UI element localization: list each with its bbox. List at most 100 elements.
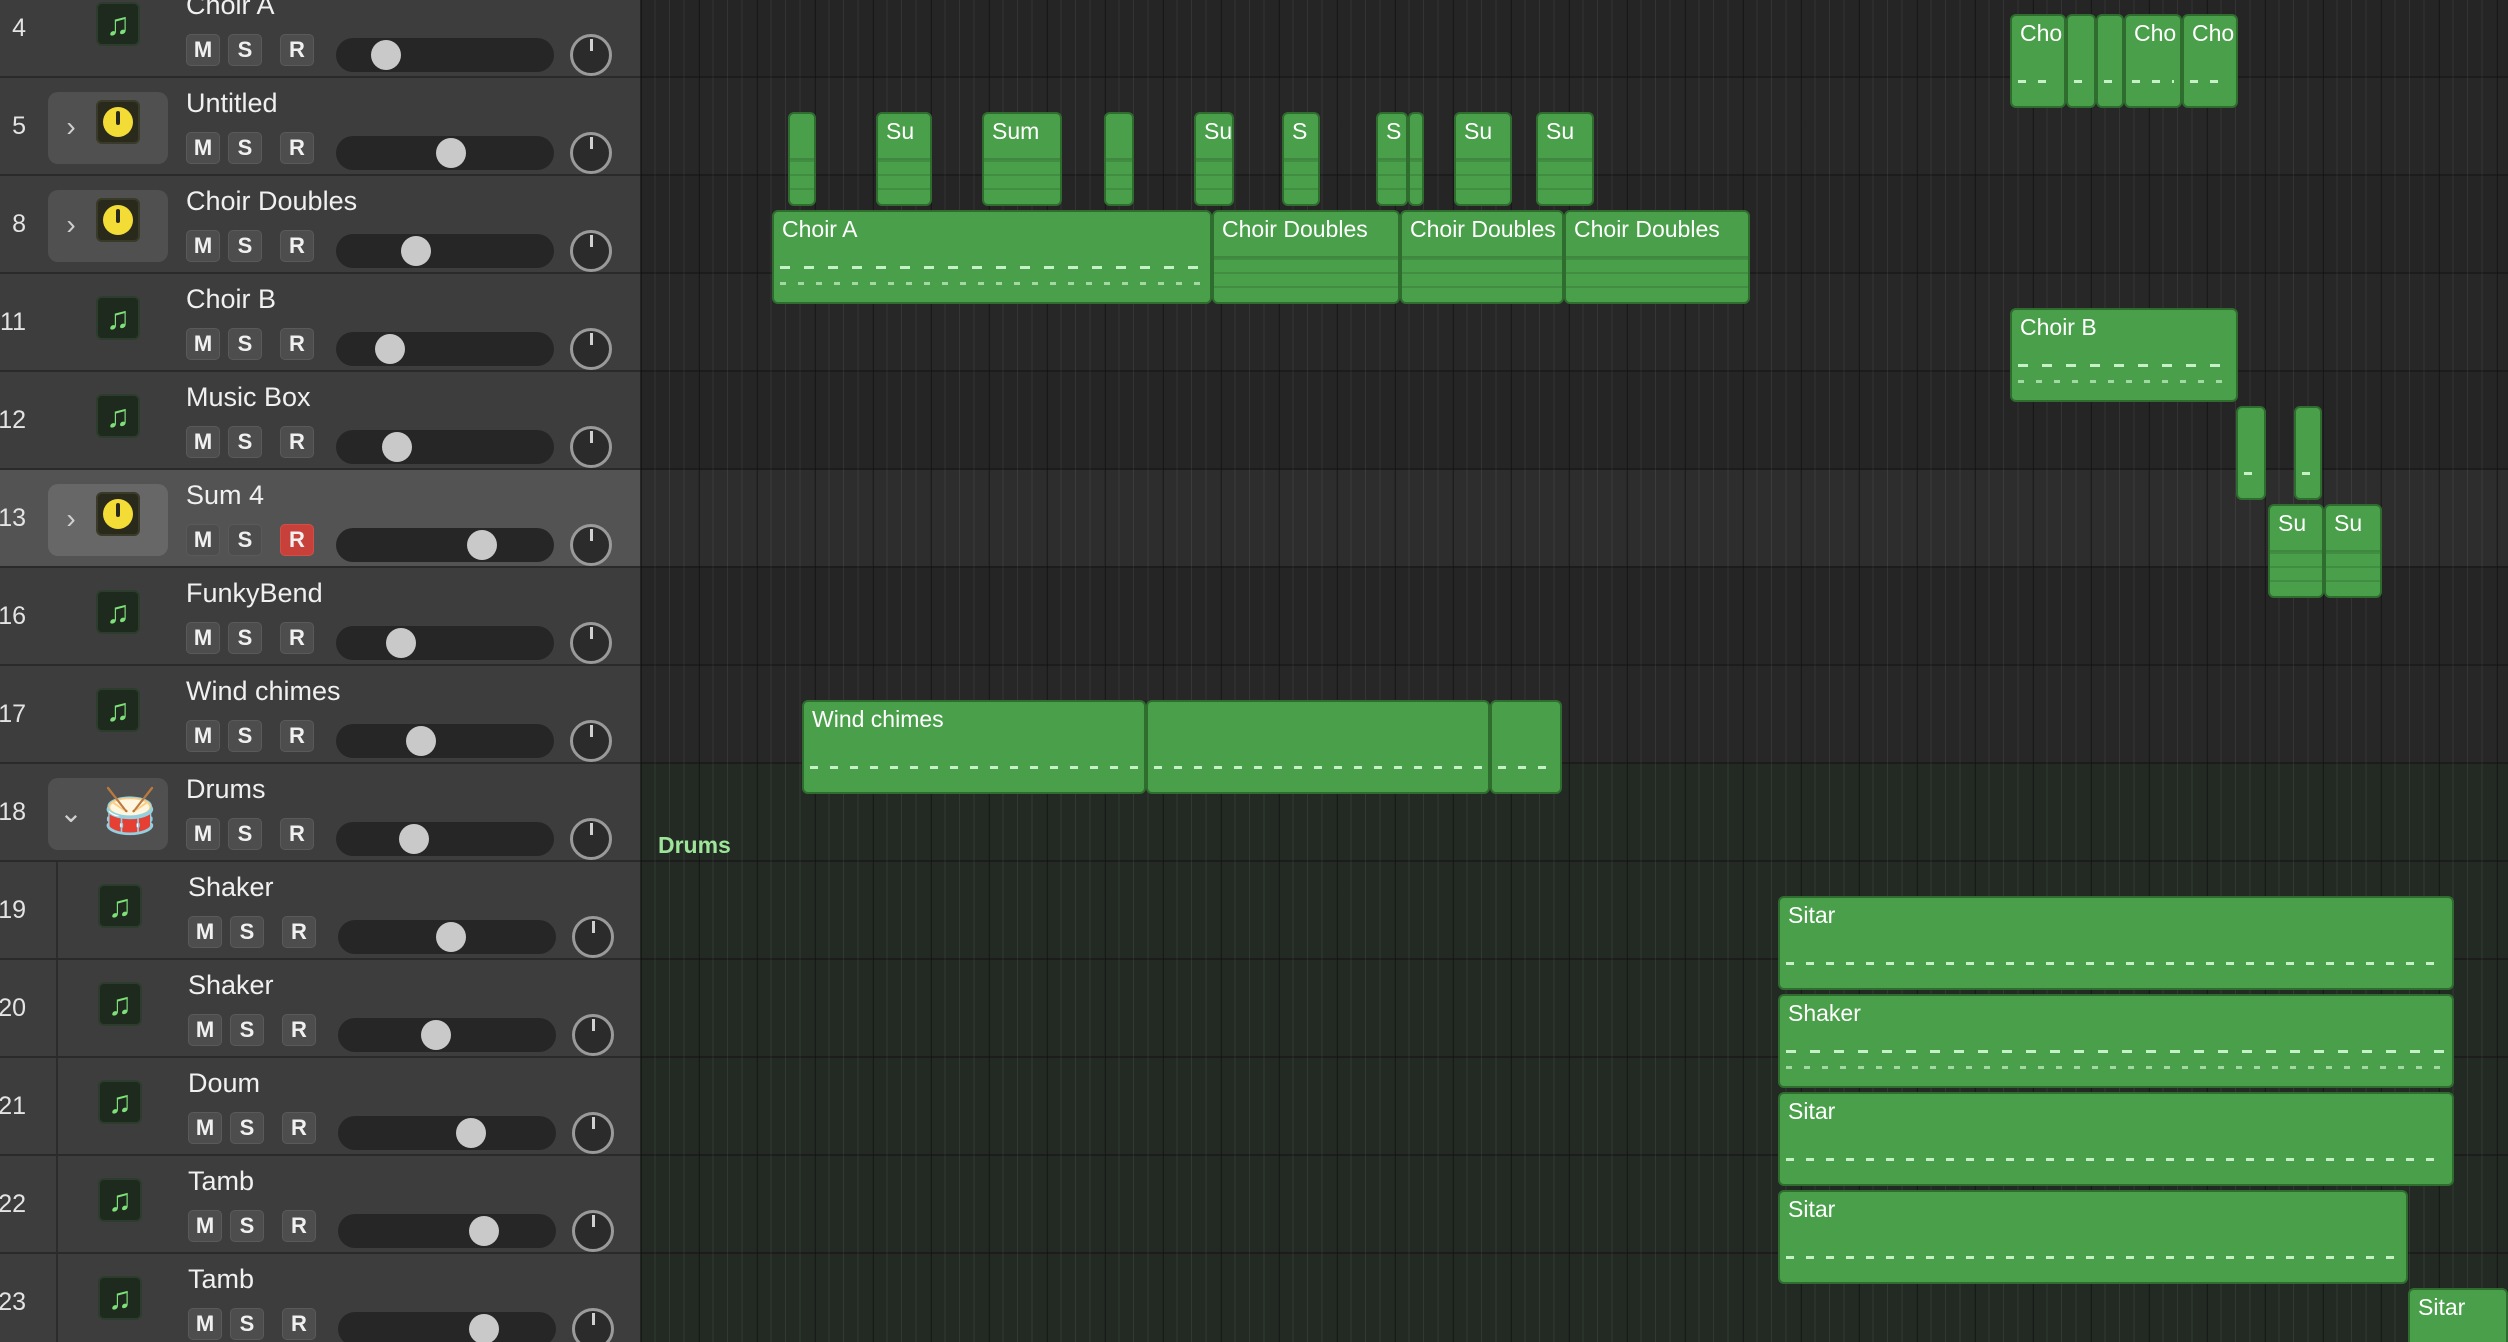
track-header[interactable]: 8 › Choir Doubles M S R	[0, 176, 640, 274]
record-enable-button[interactable]: R	[282, 1210, 316, 1242]
volume-slider-handle[interactable]	[385, 628, 416, 658]
mute-button[interactable]: M	[188, 1112, 222, 1144]
midi-region[interactable]: Sitar	[1778, 1092, 2454, 1186]
pan-knob[interactable]	[572, 1308, 614, 1342]
pan-knob[interactable]	[572, 1112, 614, 1154]
track-name[interactable]: Drums	[186, 774, 266, 805]
pan-knob[interactable]	[570, 818, 612, 860]
audio-region[interactable]: Sum	[982, 112, 1062, 206]
solo-button[interactable]: S	[230, 1210, 264, 1242]
pan-knob[interactable]	[570, 328, 612, 370]
track-header[interactable]: 17 ♫ Wind chimes M S R	[0, 666, 640, 764]
mute-button[interactable]: M	[186, 132, 220, 164]
midi-region[interactable]: Cho	[2010, 14, 2066, 108]
midi-region[interactable]: Sitar	[2408, 1288, 2508, 1342]
midi-region[interactable]	[2096, 14, 2124, 108]
track-header-selected[interactable]: 13 › Sum 4 M S R	[0, 470, 640, 568]
volume-slider[interactable]	[338, 1116, 556, 1150]
midi-region[interactable]: Sitar	[1778, 896, 2454, 990]
mute-button[interactable]: M	[186, 818, 220, 850]
volume-slider-handle[interactable]	[435, 922, 466, 952]
volume-slider-handle[interactable]	[371, 40, 402, 70]
pan-knob[interactable]	[570, 34, 612, 76]
midi-region[interactable]: Wind chimes	[802, 700, 1146, 794]
volume-slider-handle[interactable]	[420, 1020, 451, 1050]
midi-region[interactable]	[1490, 700, 1562, 794]
solo-button[interactable]: S	[228, 818, 262, 850]
track-header[interactable]: 22 ♫ Tamb M S R	[0, 1156, 640, 1254]
volume-slider[interactable]	[336, 528, 554, 562]
track-name[interactable]: Choir B	[186, 284, 276, 315]
volume-slider-handle[interactable]	[468, 1216, 499, 1246]
volume-slider-handle[interactable]	[382, 432, 413, 462]
track-header[interactable]: 19 ♫ Shaker M S R	[0, 862, 640, 960]
arrange-area[interactable]: Cho Cho Cho Su Sum Su S S Su Su Choir A …	[640, 0, 2508, 1342]
pan-knob[interactable]	[570, 426, 612, 468]
volume-slider[interactable]	[336, 626, 554, 660]
audio-region[interactable]: Su	[1194, 112, 1234, 206]
audio-region[interactable]: Choir Doubles	[1400, 210, 1564, 304]
midi-region[interactable]	[2294, 406, 2322, 500]
midi-region[interactable]	[2236, 406, 2266, 500]
volume-slider[interactable]	[336, 38, 554, 72]
track-header[interactable]: 20 ♫ Shaker M S R	[0, 960, 640, 1058]
volume-slider[interactable]	[338, 1018, 556, 1052]
track-name[interactable]: Choir A	[186, 0, 275, 21]
record-enable-button[interactable]: R	[282, 916, 316, 948]
solo-button[interactable]: S	[230, 1112, 264, 1144]
track-header[interactable]: 23 ♫ Tamb M S R	[0, 1254, 640, 1342]
solo-button[interactable]: S	[228, 132, 262, 164]
audio-region[interactable]: S	[1376, 112, 1408, 206]
audio-region[interactable]: Su	[2268, 504, 2324, 598]
track-lane[interactable]	[640, 568, 2508, 666]
record-enable-button[interactable]: R	[280, 34, 314, 66]
solo-button[interactable]: S	[228, 426, 262, 458]
volume-slider[interactable]	[338, 1312, 556, 1342]
record-enable-button[interactable]: R	[280, 818, 314, 850]
midi-region[interactable]	[2066, 14, 2096, 108]
midi-region[interactable]: Choir A	[772, 210, 1212, 304]
audio-region[interactable]: S	[1282, 112, 1320, 206]
volume-slider-handle[interactable]	[466, 530, 497, 560]
pan-knob[interactable]	[570, 132, 612, 174]
track-name[interactable]: Wind chimes	[186, 676, 341, 707]
volume-slider[interactable]	[336, 136, 554, 170]
volume-slider[interactable]	[336, 822, 554, 856]
record-enable-button[interactable]: R	[280, 426, 314, 458]
volume-slider-handle[interactable]	[374, 334, 405, 364]
audio-region[interactable]: Choir Doubles	[1564, 210, 1750, 304]
midi-region[interactable]: Shaker	[1778, 994, 2454, 1088]
pan-knob[interactable]	[570, 230, 612, 272]
mute-button[interactable]: M	[186, 328, 220, 360]
record-enable-button[interactable]: R	[282, 1112, 316, 1144]
volume-slider-handle[interactable]	[406, 726, 437, 756]
chevron-right-icon[interactable]: ›	[54, 108, 88, 146]
solo-button[interactable]: S	[228, 720, 262, 752]
pan-knob[interactable]	[570, 720, 612, 762]
chevron-right-icon[interactable]: ›	[54, 206, 88, 244]
record-enable-button[interactable]: R	[280, 328, 314, 360]
volume-slider[interactable]	[336, 234, 554, 268]
track-name[interactable]: Music Box	[186, 382, 311, 413]
solo-button[interactable]: S	[230, 916, 264, 948]
mute-button[interactable]: M	[186, 622, 220, 654]
mute-button[interactable]: M	[188, 916, 222, 948]
track-name[interactable]: Shaker	[188, 970, 274, 1001]
mute-button[interactable]: M	[186, 426, 220, 458]
record-enable-button[interactable]: R	[280, 132, 314, 164]
mute-button[interactable]: M	[186, 34, 220, 66]
track-name[interactable]: Doum	[188, 1068, 260, 1099]
track-header-folder[interactable]: 18 ⌄ 🥁 Drums M S R	[0, 764, 640, 862]
record-enable-button[interactable]: R	[280, 524, 314, 556]
audio-region[interactable]	[1408, 112, 1424, 206]
volume-slider[interactable]	[336, 430, 554, 464]
volume-slider-handle[interactable]	[398, 824, 429, 854]
track-name[interactable]: Tamb	[188, 1166, 254, 1197]
volume-slider[interactable]	[336, 724, 554, 758]
track-name[interactable]: Choir Doubles	[186, 186, 357, 217]
audio-region[interactable]: Su	[1536, 112, 1594, 206]
track-header[interactable]: 21 ♫ Doum M S R	[0, 1058, 640, 1156]
midi-region[interactable]: Sitar	[1778, 1190, 2408, 1284]
track-name[interactable]: Sum 4	[186, 480, 264, 511]
volume-slider-handle[interactable]	[400, 236, 431, 266]
